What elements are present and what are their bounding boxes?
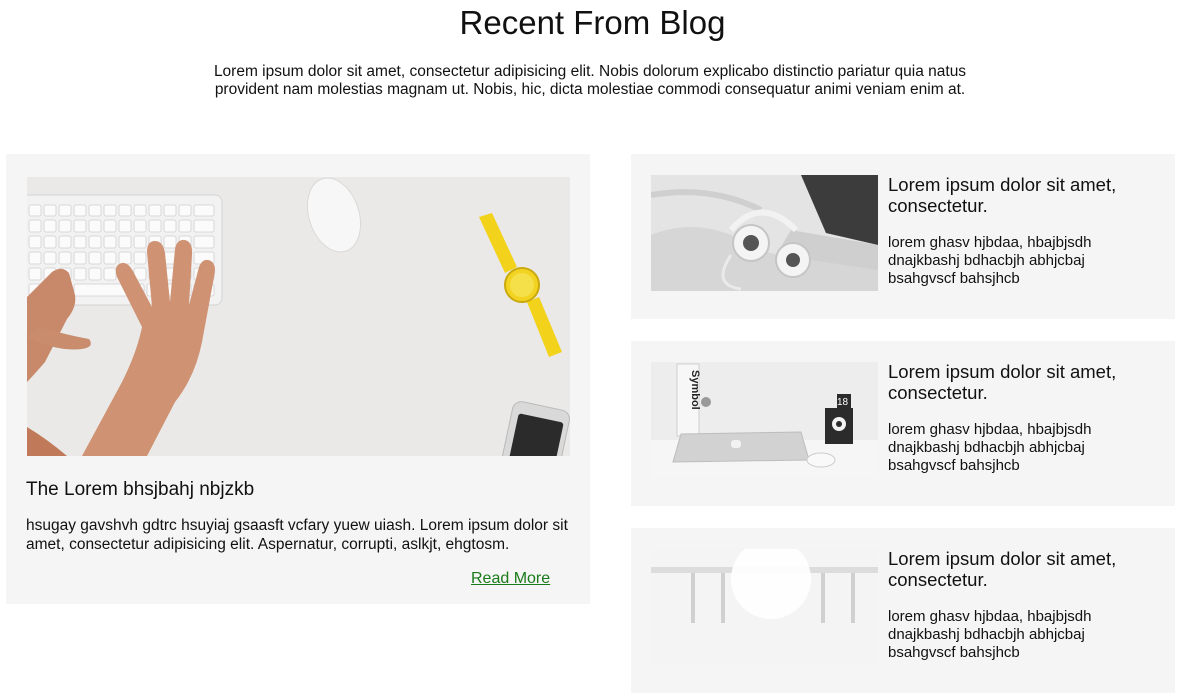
side-post-image[interactable]: Symbol 18: [651, 362, 878, 478]
book-cover-text: Symbol: [689, 370, 701, 410]
calendar-text: 18: [837, 397, 849, 408]
side-post-card: Lorem ipsum dolor sit amet, consectetur.…: [631, 528, 1175, 693]
section-title: Recent From Blog: [459, 4, 726, 41]
side-post-excerpt: lorem ghasv hjbdaa, hbajbjsdh dnajkbashj…: [888, 234, 1092, 287]
side-post-card: Lorem ipsum dolor sit amet, consectetur.…: [631, 154, 1175, 319]
featured-post-card: The Lorem bhsjbahj nbjzkb hsugay gavshvh…: [6, 154, 590, 604]
featured-post-image[interactable]: [27, 177, 570, 456]
side-post-title[interactable]: Lorem ipsum dolor sit amet, consectetur.: [888, 174, 1158, 216]
side-post-excerpt: lorem ghasv hjbdaa, hbajbjsdh dnajkbashj…: [888, 608, 1092, 661]
section-intro: Lorem ipsum dolor sit amet, consectetur …: [213, 63, 967, 98]
side-post-excerpt: lorem ghasv hjbdaa, hbajbjsdh dnajkbashj…: [888, 421, 1092, 474]
read-more-link[interactable]: Read More: [471, 570, 550, 588]
side-post-image[interactable]: [651, 175, 878, 291]
side-post-card: Symbol 18 Lorem ipsum dolor sit amet, co…: [631, 341, 1175, 506]
side-post-image[interactable]: [651, 549, 878, 665]
side-post-title[interactable]: Lorem ipsum dolor sit amet, consectetur.: [888, 548, 1158, 590]
side-post-title[interactable]: Lorem ipsum dolor sit amet, consectetur.: [888, 361, 1158, 403]
featured-post-title[interactable]: The Lorem bhsjbahj nbjzkb: [26, 479, 254, 501]
featured-post-excerpt: hsugay gavshvh gdtrc hsuyiaj gsaasft vcf…: [26, 517, 568, 553]
